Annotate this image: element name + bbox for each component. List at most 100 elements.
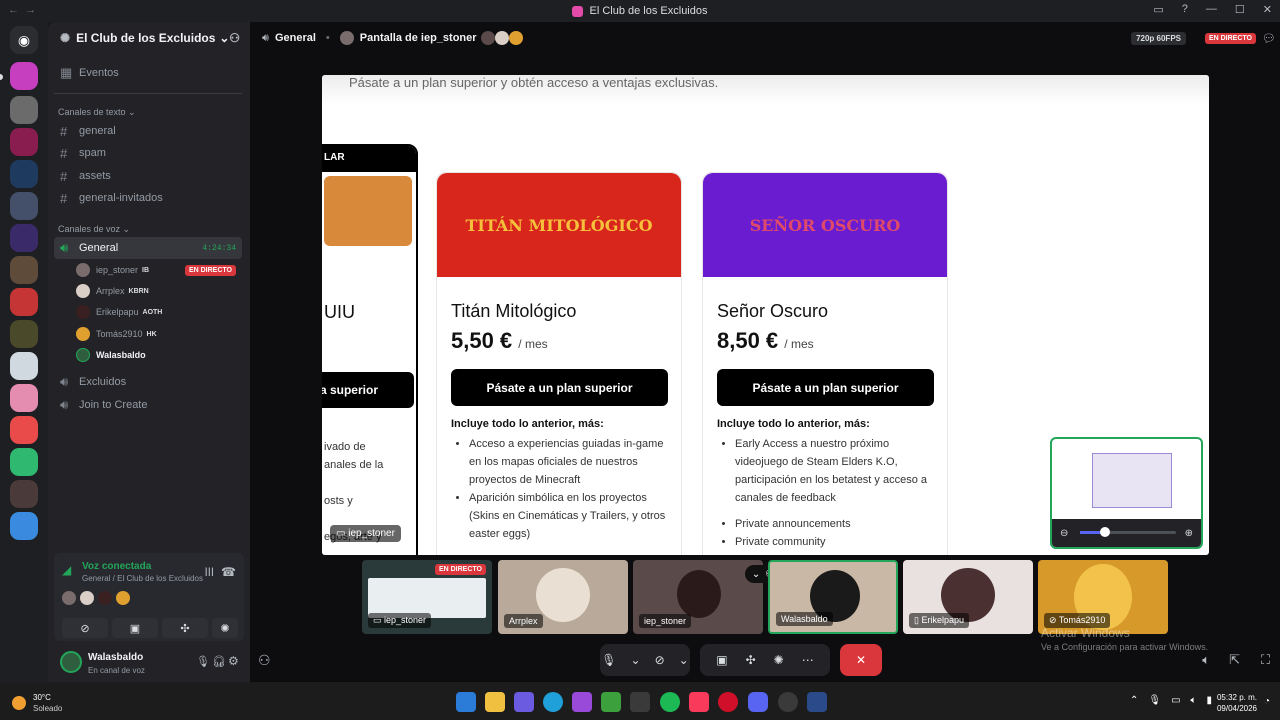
upgrade-button[interactable]: Pásate a un plan superior — [451, 369, 668, 406]
server-icon[interactable] — [10, 448, 38, 476]
participant-tile[interactable]: ⊘ Tomás2910 — [1038, 560, 1168, 634]
screen-share-button[interactable]: ▣ — [112, 618, 158, 638]
soundboard-icon[interactable]: ✺ — [774, 653, 784, 667]
clock-time[interactable]: 05:32 p. m. — [1211, 693, 1257, 702]
minecraft-icon[interactable] — [601, 692, 621, 712]
text-category[interactable]: Canales de texto ⌄ — [58, 107, 136, 118]
zoom-in-icon[interactable]: ⊕ — [1185, 528, 1193, 539]
voice-channel-join-to-create[interactable]: 🔊︎ Join to Create — [54, 394, 242, 416]
activities-button[interactable]: ✣ — [162, 618, 208, 638]
voice-user[interactable]: Tomás2910 HK — [76, 324, 242, 344]
participant-tile[interactable]: Walasbaldo — [768, 560, 898, 634]
username[interactable]: Walasbaldo — [88, 652, 143, 663]
participant-tile[interactable]: Arrplex — [498, 560, 628, 634]
participant-tile[interactable]: iep_stoner — [633, 560, 763, 634]
server-icon[interactable] — [10, 480, 38, 508]
participant-tile[interactable]: EN DIRECTO ▭ iep_stoner — [362, 560, 492, 634]
copilot-icon[interactable] — [514, 692, 534, 712]
channel-spam[interactable]: # spam — [54, 142, 242, 164]
disconnect-icon[interactable]: ☎ — [221, 565, 236, 579]
store-icon[interactable] — [630, 692, 650, 712]
voice-location[interactable]: General / El Club de los Excluidos — [82, 574, 203, 583]
server-icon[interactable] — [10, 416, 38, 444]
add-user-icon[interactable]: ⚇ — [258, 652, 271, 669]
discord-icon[interactable] — [748, 692, 768, 712]
opera-icon[interactable] — [718, 692, 738, 712]
activities-icon[interactable]: ✣ — [746, 653, 756, 667]
channel-general[interactable]: # general — [54, 120, 242, 142]
channel-general-invitados[interactable]: # general-invitados — [54, 187, 242, 209]
participant-tile[interactable]: ▯ Erikelpapu — [903, 560, 1033, 634]
weather-temp[interactable]: 30°C — [33, 693, 51, 702]
start-icon[interactable] — [456, 692, 476, 712]
screen-share-view[interactable]: Pásate a un plan superior y obtén acceso… — [322, 75, 1209, 555]
server-icon[interactable] — [10, 224, 38, 252]
camera-off-button[interactable]: ⊘ — [62, 618, 108, 638]
upgrade-button[interactable]: Pásate a un plan superior — [717, 369, 934, 406]
music-icon[interactable] — [689, 692, 709, 712]
microphone-icon: 🎙︎ — [1148, 695, 1162, 706]
pip-preview[interactable]: ⊖ ⊕ — [1050, 437, 1203, 549]
volume-icon[interactable]: 🔈︎ — [1202, 652, 1210, 668]
server-icon[interactable] — [10, 192, 38, 220]
notification-icon[interactable]: ◔ — [1264, 696, 1270, 707]
events-link[interactable]: ▦ Eventos — [54, 62, 242, 84]
voice-status[interactable]: Voz conectada — [82, 561, 151, 572]
server-icon[interactable] — [10, 384, 38, 412]
zoom-out-icon[interactable]: ⊖ — [1060, 528, 1068, 539]
camera-off-icon[interactable]: ⊘ — [655, 653, 665, 667]
noise-suppression-icon[interactable]: ǀǀǀ — [205, 565, 214, 579]
soundboard-button[interactable]: ✺ — [212, 618, 238, 638]
nav-arrows[interactable]: ← → — [8, 4, 36, 16]
chevron-down-icon[interactable]: ⌄ — [631, 653, 641, 667]
server-icon[interactable] — [10, 320, 38, 348]
app-icon[interactable] — [572, 692, 592, 712]
voice-user[interactable]: Walasbaldo — [76, 345, 242, 365]
server-icon[interactable] — [10, 96, 38, 124]
server-header[interactable]: ✺ El Club de los Excluidos ⌄ ⚇ — [48, 22, 250, 54]
leave-call-button[interactable]: ✕ — [840, 644, 882, 676]
headphones-icon[interactable]: 🎧︎ — [212, 655, 226, 668]
invite-icon[interactable]: ⚇ — [229, 31, 240, 45]
server-icon[interactable] — [10, 256, 38, 284]
inbox-icon[interactable]: ▭ — [1153, 3, 1163, 16]
file-explorer-icon[interactable] — [485, 692, 505, 712]
fullscreen-icon[interactable]: ⛶ — [1261, 652, 1270, 668]
maximize-button[interactable]: ☐ — [1235, 3, 1245, 16]
screen-share-icon[interactable]: ▣ — [716, 653, 727, 667]
channel-assets[interactable]: # assets — [54, 165, 242, 187]
server-icon[interactable] — [10, 512, 38, 540]
voice-channel-general[interactable]: 🔊︎ General 4:24:34 — [54, 237, 242, 259]
edge-icon[interactable] — [543, 692, 563, 712]
help-icon[interactable]: ? — [1182, 3, 1188, 16]
system-tray[interactable]: ⌃ 🎙︎ ▭ 🔈︎ ▮ — [1130, 695, 1212, 706]
chevron-down-icon[interactable]: ⌄ — [679, 653, 689, 667]
server-icon[interactable] — [10, 128, 38, 156]
chat-icon[interactable]: 💬︎ — [1262, 32, 1276, 45]
microphone-icon[interactable]: 🎙︎ — [196, 655, 210, 668]
steam-icon[interactable] — [778, 692, 798, 712]
voice-user[interactable]: iep_stoner IB EN DIRECTO — [76, 260, 242, 280]
clock-date[interactable]: 09/04/2026 — [1211, 704, 1257, 713]
pop-out-icon[interactable]: ⇱ — [1229, 652, 1240, 668]
weather-icon[interactable] — [12, 696, 26, 710]
server-icon[interactable] — [10, 62, 38, 90]
zoom-slider[interactable] — [1080, 527, 1176, 537]
minimize-button[interactable]: — — [1206, 3, 1217, 16]
settings-icon[interactable]: ⚙ — [228, 654, 239, 668]
voice-user[interactable]: Arrplex KBRN — [76, 281, 242, 301]
spotify-icon[interactable] — [660, 692, 680, 712]
windows-taskbar: 30°C Soleado ⌃ 🎙︎ ▭ 🔈︎ ▮ 05:32 p. m. 09/04/2… — [0, 682, 1280, 720]
discord-home-icon[interactable]: ◉ — [10, 26, 38, 54]
server-icon[interactable] — [10, 352, 38, 380]
avatar[interactable] — [60, 651, 82, 673]
microphone-icon[interactable]: 🎙︎ — [601, 653, 616, 667]
voice-category[interactable]: Canales de voz ⌄ — [58, 224, 130, 235]
voice-user[interactable]: Erikelpapu AOTH — [76, 302, 242, 322]
app-icon[interactable] — [807, 692, 827, 712]
more-icon[interactable]: ⋯ — [802, 653, 814, 667]
server-icon[interactable] — [10, 288, 38, 316]
server-icon[interactable] — [10, 160, 38, 188]
voice-channel-excluidos[interactable]: 🔊︎ Excluidos — [54, 371, 242, 393]
close-button[interactable]: ✕ — [1263, 3, 1272, 16]
